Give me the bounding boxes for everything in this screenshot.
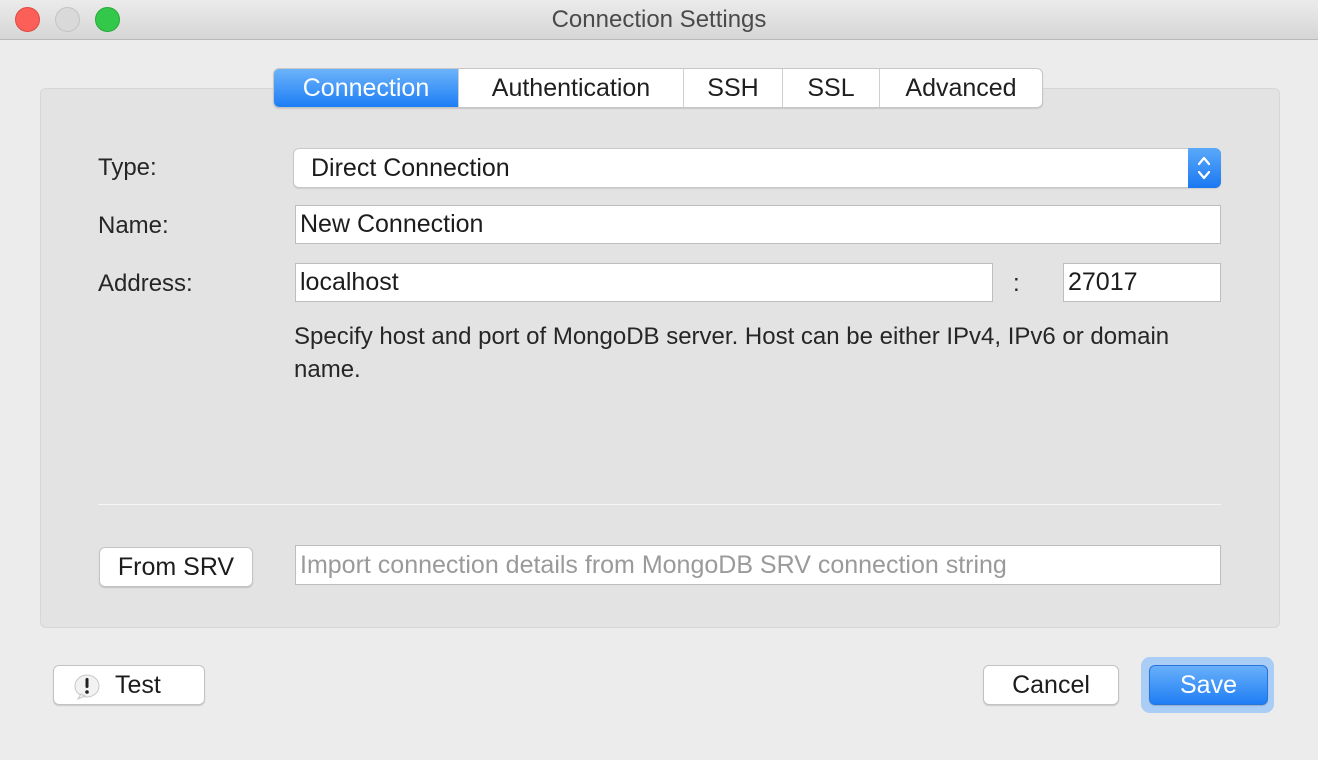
tab-connection[interactable]: Connection	[274, 69, 458, 107]
tab-ssl[interactable]: SSL	[782, 69, 879, 107]
srv-input-placeholder: Import connection details from MongoDB S…	[300, 551, 1007, 579]
tab-authentication[interactable]: Authentication	[458, 69, 683, 107]
divider	[98, 504, 1221, 505]
window-title: Connection Settings	[551, 6, 767, 33]
save-button[interactable]: Save	[1149, 665, 1268, 705]
test-button[interactable]: Test	[53, 665, 205, 705]
title-bar: Connection Settings	[0, 0, 1318, 40]
cancel-button[interactable]: Cancel	[983, 665, 1119, 705]
type-select-value: Direct Connection	[311, 154, 510, 182]
port-input[interactable]: 27017	[1063, 263, 1221, 302]
tab-bar: Connection Authentication SSH SSL Advanc…	[273, 68, 1043, 108]
type-label: Type:	[98, 154, 157, 181]
tab-ssh[interactable]: SSH	[683, 69, 782, 107]
type-select[interactable]: Direct Connection	[293, 148, 1221, 188]
warning-icon	[72, 673, 102, 711]
host-input[interactable]: localhost	[295, 263, 993, 302]
address-label: Address:	[98, 270, 193, 297]
host-port-separator: :	[1013, 270, 1020, 297]
tab-advanced[interactable]: Advanced	[879, 69, 1042, 107]
test-button-label: Test	[115, 671, 161, 699]
address-help-text: Specify host and port of MongoDB server.…	[294, 323, 1170, 383]
from-srv-button[interactable]: From SRV	[99, 547, 253, 587]
name-input[interactable]: New Connection	[295, 205, 1221, 244]
select-stepper-icon	[1188, 148, 1221, 188]
srv-connection-string-input[interactable]: Import connection details from MongoDB S…	[295, 545, 1221, 585]
name-label: Name:	[98, 212, 169, 239]
